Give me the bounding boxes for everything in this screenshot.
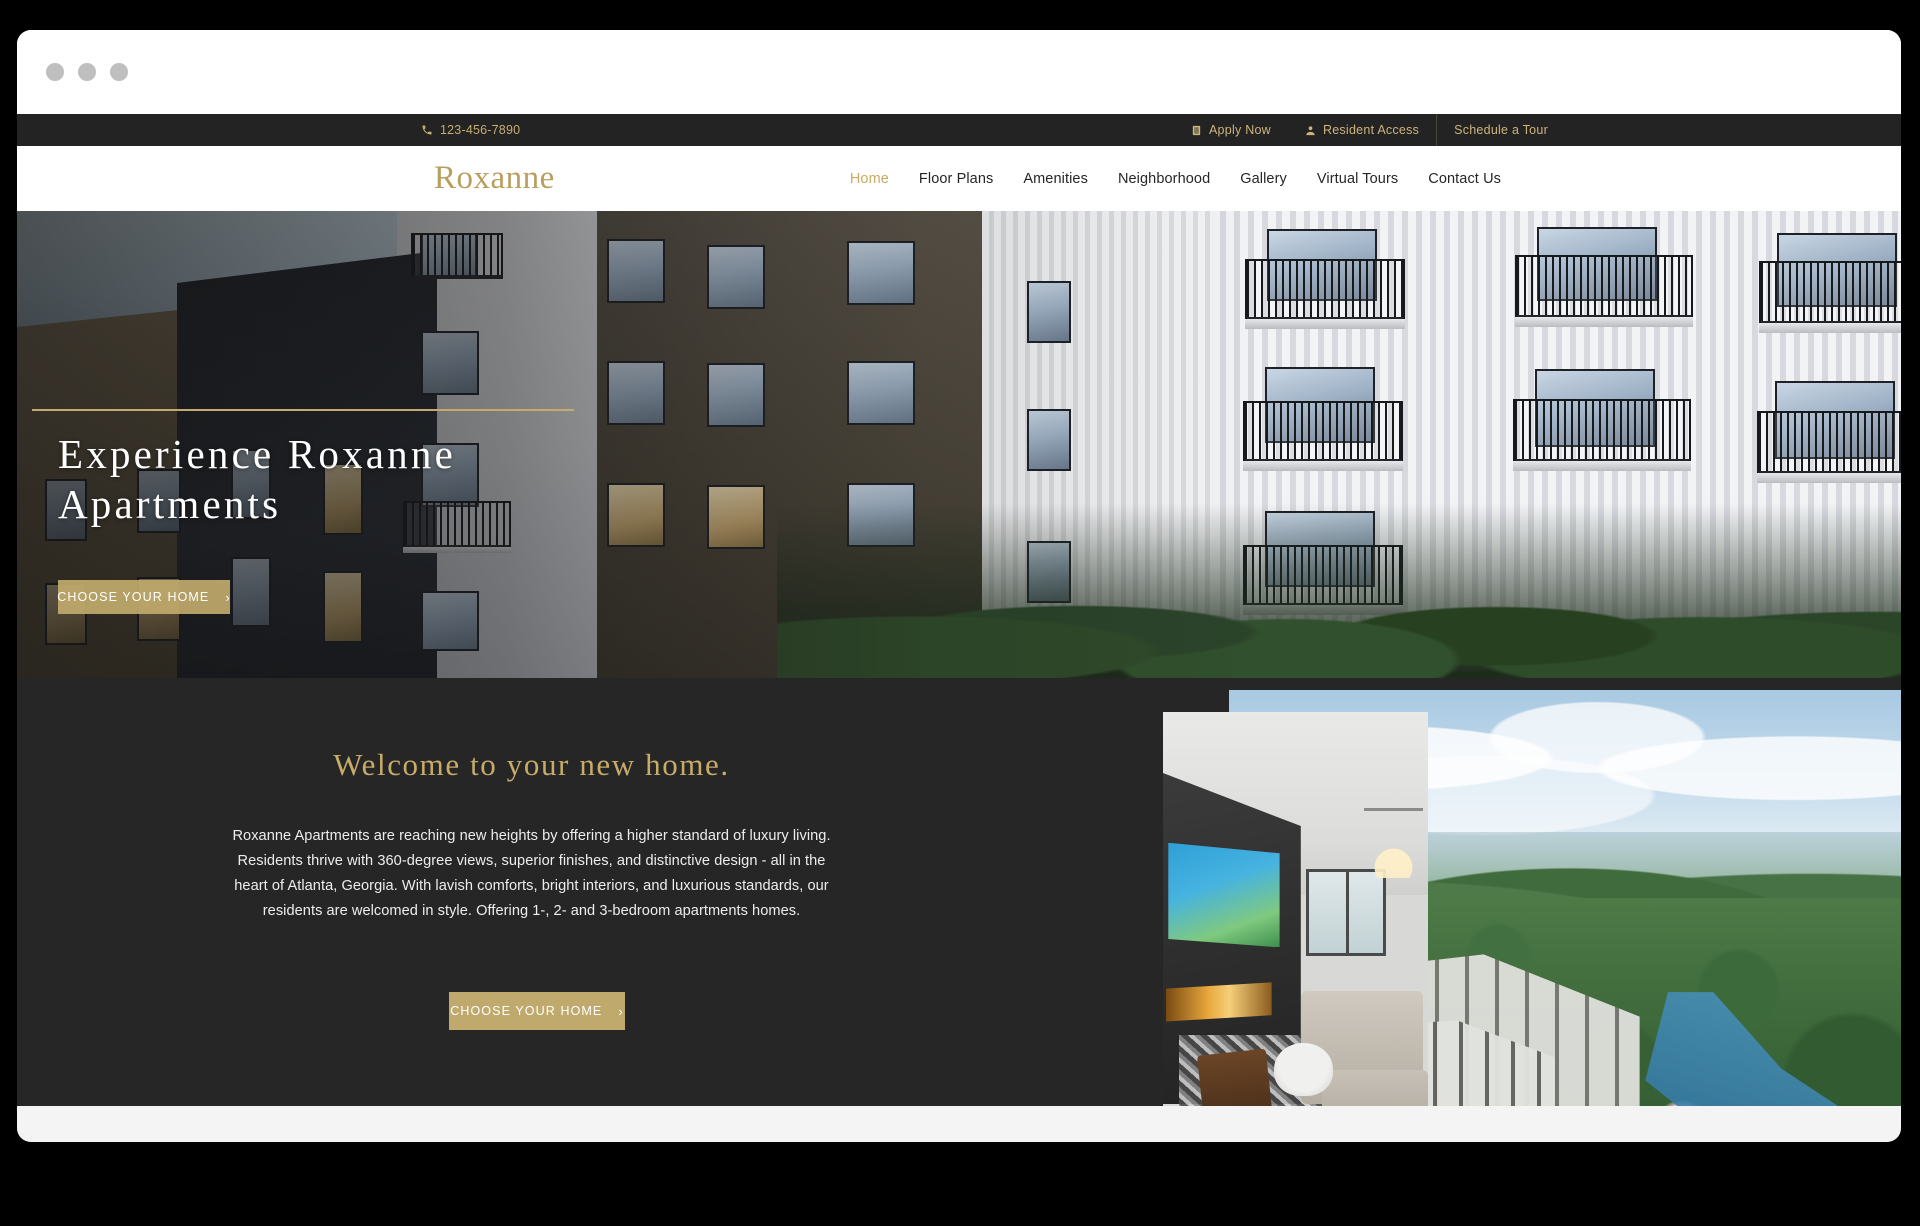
nav-item-neighborhood[interactable]: Neighborhood (1118, 171, 1210, 187)
hero-section: Experience Roxanne Apartments CHOOSE YOU… (17, 211, 1901, 678)
nav-item-virtual-tours[interactable]: Virtual Tours (1317, 171, 1398, 187)
main-navbar: Roxanne Home Floor Plans Amenities Neigh… (17, 146, 1901, 211)
welcome-image-collage (1163, 678, 1901, 1142)
phone-link[interactable]: 123-456-7890 (421, 123, 520, 137)
nav-item-amenities[interactable]: Amenities (1023, 171, 1088, 187)
nav-item-home[interactable]: Home (850, 171, 889, 187)
welcome-copy: Welcome to your new home. Roxanne Apartm… (225, 747, 838, 924)
welcome-cta-wrapper: CHOOSE YOUR HOME › (17, 992, 1057, 1030)
window-dot-maximize-icon[interactable] (110, 63, 128, 81)
primary-nav: Home Floor Plans Amenities Neighborhood … (850, 171, 1501, 187)
browser-window: 123-456-7890 Apply Now Resident Access S… (17, 30, 1901, 1142)
schedule-tour-link[interactable]: Schedule a Tour (1436, 114, 1565, 146)
hero-content: Experience Roxanne Apartments CHOOSE YOU… (17, 211, 1901, 678)
hero-title: Experience Roxanne Apartments (58, 431, 456, 528)
page-bottom-strip (17, 1106, 1901, 1142)
welcome-choose-your-home-button[interactable]: CHOOSE YOUR HOME › (449, 992, 625, 1030)
apply-now-label: Apply Now (1208, 123, 1271, 137)
window-dot-close-icon[interactable] (46, 63, 64, 81)
utility-links: Apply Now Resident Access Schedule a Tou… (1174, 114, 1565, 146)
hero-cta-label: CHOOSE YOUR HOME (57, 590, 210, 604)
nav-item-gallery[interactable]: Gallery (1240, 171, 1287, 187)
welcome-body-text: Roxanne Apartments are reaching new heig… (232, 828, 831, 920)
resident-access-link[interactable]: Resident Access (1288, 114, 1436, 146)
phone-icon (421, 124, 433, 136)
chevron-right-icon: › (618, 1003, 624, 1019)
browser-titlebar (17, 30, 1901, 114)
apply-now-link[interactable]: Apply Now (1174, 114, 1288, 146)
chevron-right-icon: › (225, 589, 231, 605)
user-icon (1305, 124, 1316, 137)
interior-living-room-image (1163, 712, 1428, 1142)
welcome-heading: Welcome to your new home. (333, 747, 730, 782)
nav-item-floor-plans[interactable]: Floor Plans (919, 171, 993, 187)
welcome-cta-label: CHOOSE YOUR HOME (450, 1004, 603, 1018)
window-controls (46, 63, 128, 81)
phone-number: 123-456-7890 (440, 123, 521, 137)
schedule-tour-label: Schedule a Tour (1454, 123, 1548, 137)
page-viewport: 123-456-7890 Apply Now Resident Access S… (17, 114, 1901, 1142)
clipboard-icon (1191, 124, 1202, 137)
site-logo[interactable]: Roxanne (434, 160, 555, 197)
resident-access-label: Resident Access (1322, 123, 1420, 137)
hero-choose-your-home-button[interactable]: CHOOSE YOUR HOME › (57, 580, 231, 614)
hero-divider-rule (32, 409, 574, 411)
nav-item-contact-us[interactable]: Contact Us (1428, 171, 1501, 187)
utility-bar: 123-456-7890 Apply Now Resident Access S… (17, 114, 1901, 146)
welcome-section: Welcome to your new home. Roxanne Apartm… (17, 678, 1901, 1142)
window-dot-minimize-icon[interactable] (78, 63, 96, 81)
